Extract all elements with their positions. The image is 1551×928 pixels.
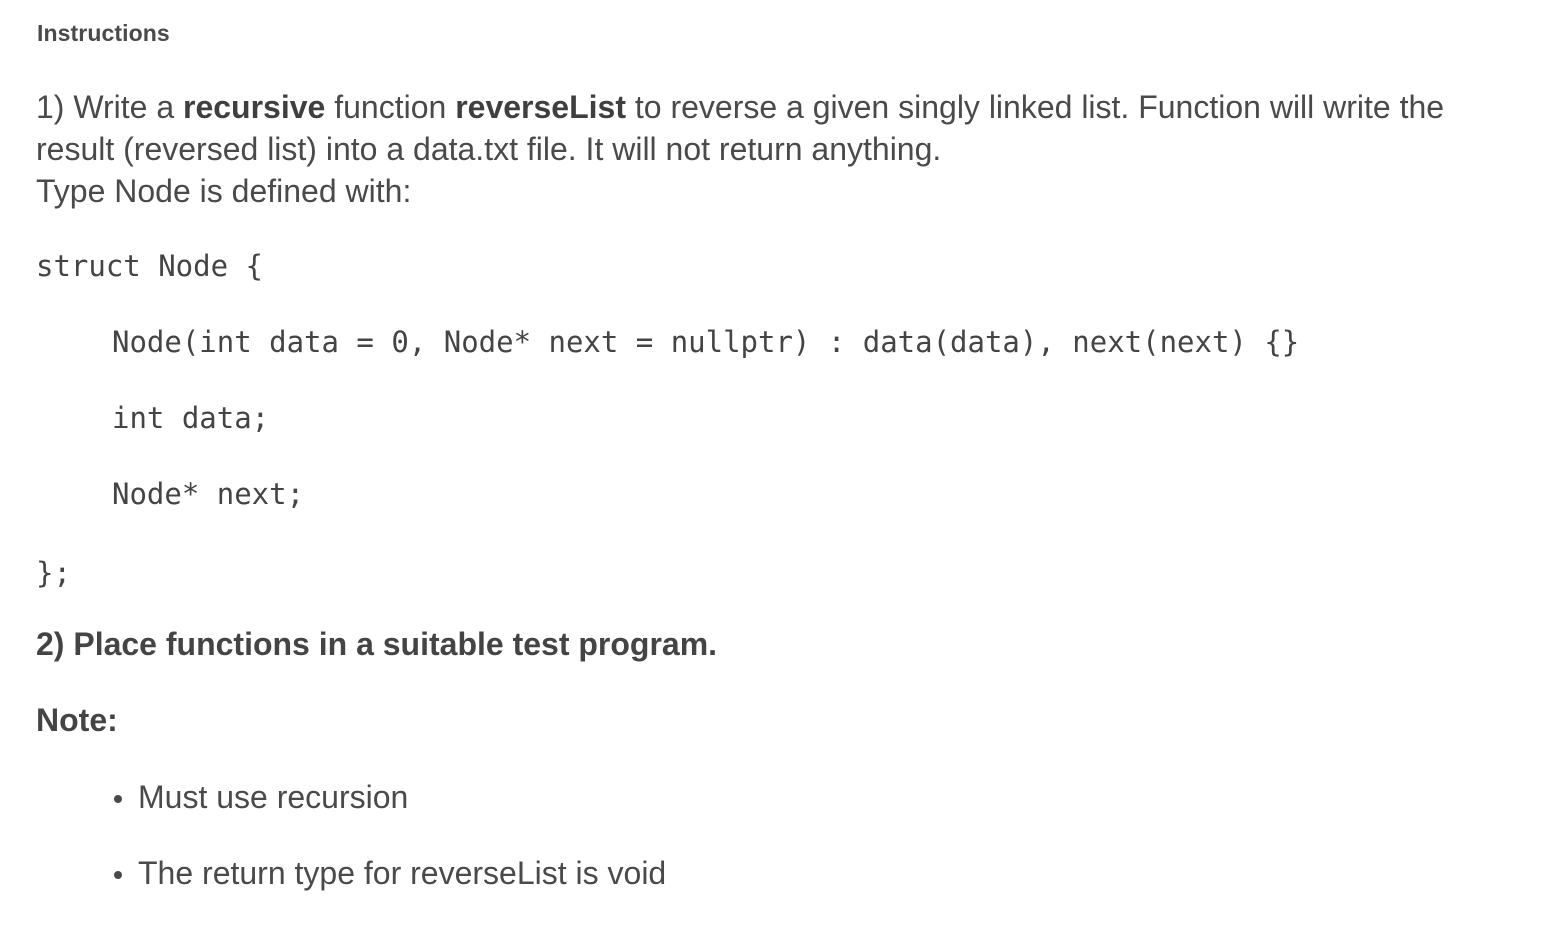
- code-line-2: Node(int data = 0, Node* next = nullptr)…: [112, 325, 1300, 359]
- instruction-item-2: 2) Place functions in a suitable test pr…: [36, 626, 718, 662]
- item1-bold-recursive: recursive: [183, 89, 326, 125]
- instruction-item-1: 1) Write a recursive function reverseLis…: [36, 86, 1506, 212]
- type-definition-intro: Type Node is defined with:: [36, 173, 412, 209]
- bullet-icon: [114, 871, 122, 879]
- note-item: The return type for reverseList is void: [36, 852, 666, 894]
- code-line-3: int data;: [112, 401, 270, 435]
- code-line-1: struct Node {: [36, 249, 263, 283]
- note-label: Note:: [36, 702, 118, 738]
- note-item-text: Must use recursion: [138, 779, 409, 815]
- code-line-5: };: [36, 556, 71, 590]
- note-item: Must use recursion: [36, 776, 666, 818]
- section-title: Instructions: [37, 20, 170, 46]
- code-line-4: Node* next;: [112, 477, 305, 511]
- item1-bold-function-name: reverseList: [455, 89, 626, 125]
- item1-middle: function: [325, 89, 456, 125]
- bullet-icon: [114, 795, 122, 803]
- note-item-text: The return type for reverseList is void: [138, 855, 667, 891]
- item1-prefix: 1) Write a: [36, 89, 183, 125]
- note-list: Must use recursion The return type for r…: [36, 776, 666, 928]
